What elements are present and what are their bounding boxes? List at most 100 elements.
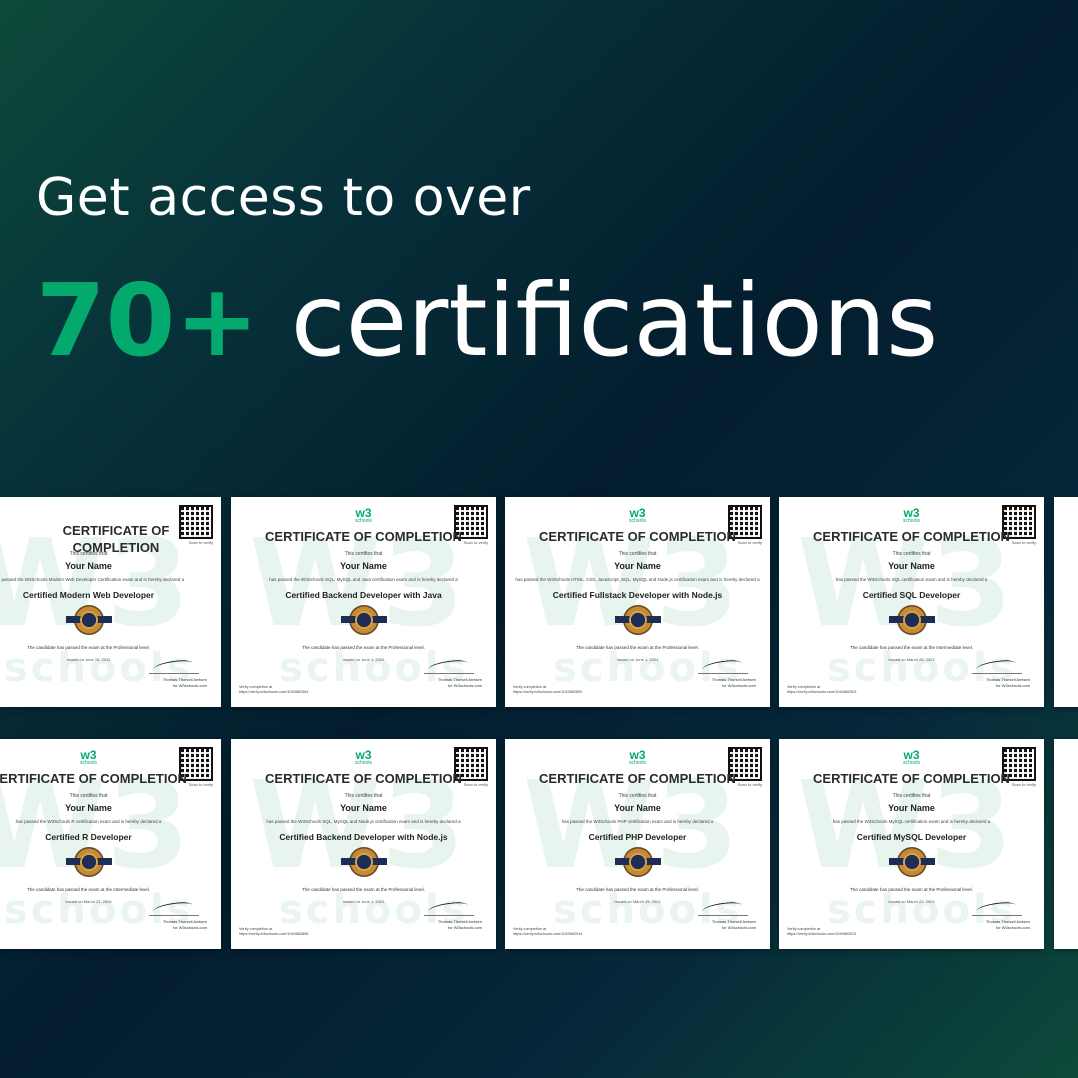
logo-text: schools [355, 518, 372, 524]
level-statement: The candidate has passed the exam at the… [302, 645, 425, 650]
verify-block: Verify completion at https://verify.w3sch… [513, 685, 582, 696]
signer-name: Thomas Thorsell Amtsen [162, 677, 207, 682]
badge-icon [888, 847, 935, 877]
certification-name: Certified SQL Developer [862, 590, 961, 600]
certificate-title: CERTIFICATE OF COMPLETION [539, 529, 736, 544]
certificate-title: CERTIFICATE OF COMPLETION [539, 771, 736, 786]
signature-icon [698, 901, 748, 916]
certifies-text: This certifies that [892, 793, 931, 799]
signature-icon [149, 901, 199, 916]
verify-block: Verify completion at https://verify.w3sch… [239, 927, 308, 938]
certifies-text: This certifies that [618, 793, 657, 799]
signer-org: for W3schools.com [721, 924, 756, 930]
signer-name: Thomas Thorsell Amtsen [985, 919, 1030, 924]
recipient-name: Your Name [614, 803, 661, 813]
certificate-card: W3 schools w3 schools Scan to verify CERTIFIC… [779, 497, 1044, 707]
recipient-name: Your Name [614, 561, 661, 571]
certificate-card-partial [1054, 739, 1078, 949]
certificate-card: W3 schools w3 schools Scan to verify CERTIFIC… [505, 739, 770, 949]
w3schools-logo: w3 schools [903, 749, 920, 766]
passed-statement: has passed the W3Schools MySQL certifica… [832, 819, 991, 824]
passed-statement: has passed the W3Schools SQL certificati… [835, 577, 988, 582]
w3schools-logo: w3 schools [629, 507, 646, 524]
certificate-card-partial [1054, 497, 1078, 707]
verify-url: https://verify.w3schools.com/1049682963 [239, 690, 309, 695]
badge-icon [888, 605, 935, 635]
certification-name: Certified MySQL Developer [856, 832, 967, 842]
verify-url: https://verify.w3schools.com/1049682914 [513, 932, 583, 937]
signer-name: Thomas Thorsell Amtsen [437, 677, 482, 682]
certificate-card: W3 schools Scan to verify CERTIFICATE OF CO… [0, 497, 221, 707]
signature-icon [424, 901, 474, 916]
recipient-name: Your Name [888, 803, 935, 813]
badge-icon [340, 847, 387, 877]
signature-icon [698, 659, 748, 674]
verify-block: Verify completion at https://verify.w3sch… [787, 685, 856, 696]
verify-block: Verify completion at https://verify.w3sch… [787, 927, 856, 938]
level-statement: The candidate has passed the exam at the… [849, 645, 974, 650]
verify-url: https://verify.w3schools.com/1049682903 [787, 690, 857, 695]
verify-url: https://verify.w3schools.com/1049682676 [787, 932, 857, 937]
certifies-text: This certifies that [344, 551, 383, 557]
signature-icon [424, 659, 474, 674]
badge-icon [614, 605, 661, 635]
passed-statement: has passed the W3Schools R certification… [15, 819, 162, 824]
passed-statement: has passed the W3Schools SQL, MySQL and … [266, 819, 461, 824]
signature-icon [149, 659, 199, 674]
signer-org: for W3schools.com [172, 924, 207, 930]
certificate-card: W3 schools w3 schools Scan to verify CERTIFIC… [231, 497, 496, 707]
signer-org: for W3schools.com [172, 682, 207, 688]
passed-statement: has passed the W3Schools Modern Web Deve… [0, 577, 185, 582]
w3schools-logo: w3 schools [629, 749, 646, 766]
certifications-word: certifications [290, 262, 939, 379]
logo-text: schools [629, 760, 646, 766]
certificate-card: W3 schools w3 schools Scan to verify CERTIFIC… [505, 497, 770, 707]
certification-name: Certified Backend Developer with Node.js [279, 832, 448, 842]
certification-name: Certified Backend Developer with Java [285, 590, 442, 600]
w3schools-logo: w3 schools [80, 749, 97, 766]
signer-block: Thomas Thorsell Amtsen for W3schools.com [438, 677, 482, 688]
logo-text: schools [355, 760, 372, 766]
certificate-title: CERTIFICATE OF COMPLETION [813, 529, 1010, 544]
badge-icon [340, 605, 387, 635]
scan-to-verify: Scan to verify [188, 540, 213, 545]
w3schools-logo: w3 schools [355, 507, 372, 524]
headline-main: 70+ certifications [36, 262, 938, 379]
certification-name: Certified Modern Web Developer [22, 590, 155, 600]
w3schools-logo: w3 schools [903, 507, 920, 524]
level-statement: The candidate has passed the exam at the… [576, 887, 699, 892]
level-statement: The candidate has passed the exam at the… [302, 887, 425, 892]
passed-statement: has passed the W3Schools SQL, MySQL and … [269, 577, 458, 582]
certifies-text: This certifies that [618, 551, 657, 557]
certification-count: 70+ [36, 262, 259, 379]
certificate-title: CERTIFICATE OF COMPLETION [265, 771, 462, 786]
signer-org: for W3schools.com [995, 682, 1030, 688]
signer-name: Thomas Thorsell Amtsen [162, 919, 207, 924]
passed-statement: has passed the W3Schools HTML, CSS, Java… [515, 577, 760, 582]
w3schools-logo: w3 schools [355, 749, 372, 766]
certifies-text: This certifies that [69, 793, 108, 799]
certification-name: Certified Fullstack Developer with Node.… [552, 590, 723, 600]
signer-org: for W3schools.com [721, 682, 756, 688]
signer-org: for W3schools.com [447, 924, 482, 930]
certificate-card: W3 schools w3 schools Scan to verify CERTIFIC… [231, 739, 496, 949]
certificate-title: CERTIFICATE OF COMPLETION [265, 529, 462, 544]
signer-block: Thomas Thorsell Amtsen for W3schools.com [986, 677, 1030, 688]
certifies-text: This certifies that [69, 551, 108, 557]
logo-text: schools [80, 760, 97, 766]
signer-block: Thomas Thorsell Amtsen for W3schools.com [986, 919, 1030, 930]
level-statement: The candidate has passed the exam at the… [576, 645, 699, 650]
level-statement: The candidate has passed the exam at the… [850, 887, 973, 892]
verify-block: Verify completion at https://verify.w3sch… [239, 685, 308, 696]
certifies-text: This certifies that [892, 551, 931, 557]
verify-block: Verify completion at https://verify.w3sch… [513, 927, 582, 938]
signer-block: Thomas Thorsell Amtsen for W3schools.com [163, 919, 207, 930]
certificate-card: W3 schools w3 schools Scan to verify CERTIFIC… [779, 739, 1044, 949]
recipient-name: Your Name [65, 803, 112, 813]
recipient-name: Your Name [888, 561, 935, 571]
level-statement: The candidate has passed the exam at the… [26, 887, 151, 892]
badge-icon [614, 847, 661, 877]
signer-block: Thomas Thorsell Amtsen for W3schools.com [712, 919, 756, 930]
headline-intro: Get access to over [36, 168, 531, 228]
logo-text: schools [903, 760, 920, 766]
